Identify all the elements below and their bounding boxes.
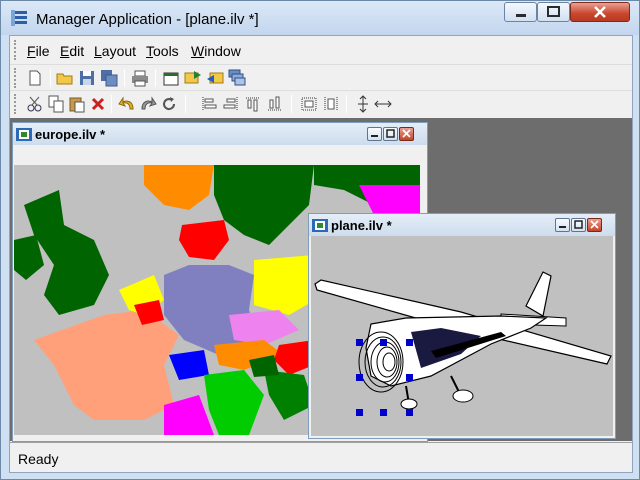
main-window: Manager Application - [plane.ilv *] File… bbox=[0, 0, 640, 480]
selection-handle bbox=[356, 339, 363, 346]
distribute-h-icon[interactable] bbox=[300, 95, 318, 113]
close-icon bbox=[590, 220, 599, 229]
maximize-icon bbox=[547, 6, 560, 17]
selection-handle bbox=[406, 339, 413, 346]
align-top-icon[interactable] bbox=[244, 95, 262, 113]
redo-icon[interactable] bbox=[139, 95, 157, 113]
document-window-plane[interactable]: plane.ilv * bbox=[308, 213, 616, 439]
maximize-button[interactable] bbox=[383, 127, 398, 141]
selection-handle bbox=[406, 374, 413, 381]
distribute-v-icon[interactable] bbox=[322, 95, 340, 113]
window-title: Manager Application - [plane.ilv *] bbox=[36, 11, 259, 28]
selection-handle bbox=[380, 409, 387, 416]
save-icon[interactable] bbox=[78, 69, 96, 87]
menu-layout-accel: L bbox=[94, 43, 102, 59]
toolbar-separator bbox=[124, 69, 125, 87]
mdi-workspace: europe.ilv * plane.ilv * bbox=[10, 118, 632, 442]
document-title: plane.ilv * bbox=[331, 218, 392, 233]
copy-icon[interactable] bbox=[47, 95, 65, 113]
menu-window-label: indow bbox=[204, 43, 241, 59]
menu-bar: File Edit Layout Tools Window bbox=[10, 36, 632, 64]
menu-window[interactable]: Window bbox=[191, 43, 241, 59]
align-bottom-icon[interactable] bbox=[266, 95, 284, 113]
document-icon bbox=[16, 128, 32, 141]
move-down-icon[interactable] bbox=[206, 69, 224, 87]
toolbar-separator bbox=[50, 69, 51, 87]
client-area: File Edit Layout Tools Window europe.ilv… bbox=[9, 35, 633, 473]
cut-icon[interactable] bbox=[26, 95, 44, 113]
status-text: Ready bbox=[18, 451, 59, 467]
toolbar-edit bbox=[10, 90, 632, 116]
menu-edit-accel: E bbox=[60, 43, 70, 59]
minimize-button[interactable] bbox=[504, 2, 537, 22]
plane-drawing[interactable] bbox=[311, 236, 613, 436]
menubar-grip[interactable] bbox=[14, 40, 18, 60]
menu-file[interactable]: File bbox=[27, 43, 50, 59]
align-right-icon[interactable] bbox=[222, 95, 240, 113]
minimize-button[interactable] bbox=[555, 218, 570, 232]
document-icon bbox=[312, 219, 328, 232]
move-up-icon[interactable] bbox=[184, 69, 202, 87]
plane-wheel-rear bbox=[452, 389, 474, 403]
menu-tools-accel: T bbox=[146, 43, 153, 59]
document-title-bar[interactable]: plane.ilv * bbox=[309, 214, 615, 236]
menu-file-label: ile bbox=[35, 43, 50, 59]
minimize-icon bbox=[516, 14, 526, 17]
document-title: europe.ilv * bbox=[35, 127, 106, 142]
plane-canvas[interactable] bbox=[311, 236, 613, 436]
minimize-button[interactable] bbox=[367, 127, 382, 141]
title-bar[interactable]: Manager Application - [plane.ilv *] bbox=[1, 1, 639, 35]
toolbar-separator bbox=[185, 95, 186, 113]
app-icon bbox=[11, 10, 27, 26]
menu-layout-label: ayout bbox=[101, 43, 137, 59]
close-button[interactable] bbox=[570, 2, 630, 22]
toolbar-file bbox=[10, 64, 632, 90]
menu-tools-label: ools bbox=[153, 43, 179, 59]
selection-handle bbox=[406, 409, 413, 416]
menu-file-accel: F bbox=[27, 43, 36, 59]
selection-handle bbox=[380, 339, 387, 346]
maximize-icon bbox=[574, 220, 583, 229]
menu-edit-label: dit bbox=[69, 43, 85, 59]
undo-icon[interactable] bbox=[118, 95, 136, 113]
refresh-icon[interactable] bbox=[160, 95, 178, 113]
same-width-icon[interactable] bbox=[374, 95, 392, 113]
toolbar-separator bbox=[111, 95, 112, 113]
selection-handle bbox=[356, 374, 363, 381]
maximize-button[interactable] bbox=[537, 2, 570, 22]
close-icon bbox=[594, 6, 606, 18]
stack-icon[interactable] bbox=[228, 69, 246, 87]
print-icon[interactable] bbox=[131, 69, 149, 87]
toolbar-grip[interactable] bbox=[14, 68, 18, 88]
toolbar-grip[interactable] bbox=[14, 94, 18, 114]
close-button[interactable] bbox=[587, 218, 602, 232]
toolbar-separator bbox=[155, 69, 156, 87]
toolbar-separator bbox=[346, 95, 347, 113]
paste-icon[interactable] bbox=[68, 95, 86, 113]
maximize-button[interactable] bbox=[571, 218, 586, 232]
close-icon bbox=[402, 129, 411, 138]
same-height-icon[interactable] bbox=[354, 95, 372, 113]
save-all-icon[interactable] bbox=[100, 69, 118, 87]
toolbar-separator bbox=[291, 95, 292, 113]
align-left-icon[interactable] bbox=[200, 95, 218, 113]
new-file-icon[interactable] bbox=[26, 69, 44, 87]
document-title-bar[interactable]: europe.ilv * bbox=[13, 123, 427, 145]
maximize-icon bbox=[386, 129, 395, 138]
status-bar: Ready bbox=[10, 442, 632, 472]
menu-layout[interactable]: Layout bbox=[94, 43, 136, 59]
delete-icon[interactable] bbox=[89, 95, 107, 113]
open-folder-icon[interactable] bbox=[56, 69, 74, 87]
menu-tools[interactable]: Tools bbox=[146, 43, 179, 59]
plane-wheel-front bbox=[400, 398, 418, 410]
close-button[interactable] bbox=[399, 127, 414, 141]
new-layer-icon[interactable] bbox=[162, 69, 180, 87]
selection-handle bbox=[356, 409, 363, 416]
minimize-icon bbox=[371, 135, 378, 137]
menu-window-accel: W bbox=[191, 43, 205, 59]
menu-edit[interactable]: Edit bbox=[60, 43, 84, 59]
minimize-icon bbox=[559, 226, 566, 228]
